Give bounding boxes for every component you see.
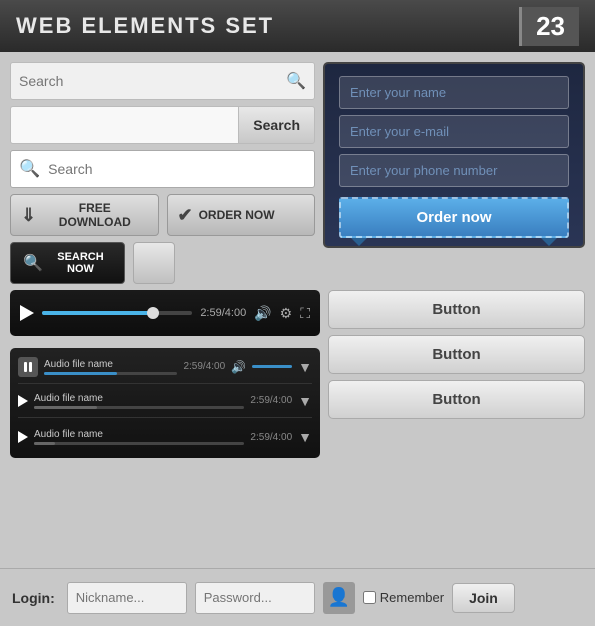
search-input-1[interactable] [19, 73, 286, 89]
pause-bar-1b [29, 362, 32, 372]
audio-time-3: 2:59/4:00 [250, 432, 292, 443]
media-left: 2:59/4:00 🔊 ⚙ ⛶ Audio file name [10, 290, 320, 558]
search-icon-1[interactable]: 🔍 [286, 71, 306, 91]
audio-time-2: 2:59/4:00 [250, 395, 292, 406]
order-now-button[interactable]: ✔ ORDER NOW [167, 194, 316, 236]
audio-expand-1[interactable]: ▼ [298, 359, 312, 375]
search-bar-3: 🔍 [10, 150, 315, 188]
audio-vol-icon-1[interactable]: 🔊 [231, 360, 246, 374]
search-now-icon: 🔍 [23, 253, 43, 273]
video-time: 2:59/4:00 [200, 307, 246, 319]
media-right: Button Button Button [328, 290, 585, 558]
search-input-2[interactable] [10, 106, 238, 144]
remember-wrap: Remember [363, 590, 444, 605]
search-bar-1: 🔍 [10, 62, 315, 100]
audio-track-1: Audio file name 2:59/4:00 🔊 ▼ [18, 354, 312, 384]
audio-info-1: Audio file name [44, 359, 177, 375]
audio-progress-fill-2 [34, 406, 97, 409]
login-label: Login: [12, 590, 55, 606]
audio-name-2: Audio file name [34, 393, 244, 404]
header-number: 23 [519, 7, 579, 46]
big-button-1[interactable]: Button [328, 290, 585, 329]
login-bar: Login: 👤 Remember Join [0, 568, 595, 626]
video-progress-thumb [147, 307, 159, 319]
free-download-button[interactable]: ⇓ FREE DOWNLOAD [10, 194, 159, 236]
email-input[interactable] [339, 115, 569, 148]
audio-expand-3[interactable]: ▼ [298, 429, 312, 445]
square-button[interactable] [133, 242, 175, 284]
audio-name-1: Audio file name [44, 359, 177, 370]
video-play-button[interactable] [20, 305, 34, 321]
search-now-button[interactable]: 🔍 SEARCH NOW [10, 242, 125, 284]
header-title: WEB ELEMENTS SET [16, 13, 274, 39]
audio-time-1: 2:59/4:00 [183, 361, 225, 372]
search-input-3[interactable] [48, 161, 306, 177]
search-button[interactable]: Search [238, 106, 315, 144]
remember-label: Remember [380, 590, 444, 605]
user-icon: 👤 [323, 582, 355, 614]
audio-name-3: Audio file name [34, 429, 244, 440]
audio-info-2: Audio file name [34, 393, 244, 409]
top-left: 🔍 Search 🔍 ⇓ FREE DOWNLOAD ✔ OR [10, 62, 315, 284]
header: WEB ELEMENTS SET 23 [0, 0, 595, 52]
top-right: Order now [323, 62, 585, 284]
audio-progress-fill-1 [44, 372, 117, 375]
search-now-row: 🔍 SEARCH NOW [10, 242, 315, 284]
audio-track-3: Audio file name 2:59/4:00 ▼ [18, 422, 312, 452]
phone-input[interactable] [339, 154, 569, 187]
video-volume-icon[interactable]: 🔊 [254, 305, 271, 322]
audio-track-2: Audio file name 2:59/4:00 ▼ [18, 388, 312, 418]
audio-vol-bar-1[interactable] [252, 365, 292, 368]
audio-progress-1[interactable] [44, 372, 177, 375]
pause-bars-1 [24, 362, 32, 372]
big-button-3[interactable]: Button [328, 380, 585, 419]
video-settings-icon[interactable]: ⚙ [280, 305, 293, 322]
media-section: 2:59/4:00 🔊 ⚙ ⛶ Audio file name [10, 290, 585, 558]
nickname-input[interactable] [67, 582, 187, 614]
big-button-2[interactable]: Button [328, 335, 585, 374]
audio-players: Audio file name 2:59/4:00 🔊 ▼ Audio file… [10, 348, 320, 458]
name-input[interactable] [339, 76, 569, 109]
audio-expand-2[interactable]: ▼ [298, 393, 312, 409]
pause-bar-1a [24, 362, 27, 372]
content-area: 🔍 Search 🔍 ⇓ FREE DOWNLOAD ✔ OR [0, 52, 595, 568]
audio-info-3: Audio file name [34, 429, 244, 445]
video-player[interactable]: 2:59/4:00 🔊 ⚙ ⛶ [10, 290, 320, 336]
search-now-label: SEARCH NOW [49, 251, 112, 275]
video-progress-fill [42, 311, 153, 315]
top-section: 🔍 Search 🔍 ⇓ FREE DOWNLOAD ✔ OR [10, 62, 585, 284]
remember-checkbox[interactable] [363, 591, 376, 604]
search-bar-2: Search [10, 106, 315, 144]
checkmark-icon: ✔ [178, 205, 193, 226]
audio-progress-fill-3 [34, 442, 55, 445]
search-icon-3: 🔍 [19, 159, 40, 179]
order-form: Order now [323, 62, 585, 248]
order-now-label: ORDER NOW [199, 208, 275, 222]
audio-play-button-3[interactable] [18, 431, 28, 443]
order-now-ribbon-button[interactable]: Order now [339, 197, 569, 238]
download-icon: ⇓ [21, 205, 36, 226]
audio-pause-button-1[interactable] [18, 357, 38, 377]
order-now-wrap: Order now [339, 197, 569, 246]
action-buttons-row: ⇓ FREE DOWNLOAD ✔ ORDER NOW [10, 194, 315, 236]
video-progress-bar[interactable] [42, 311, 192, 315]
free-download-label: FREE DOWNLOAD [42, 201, 147, 229]
audio-play-button-2[interactable] [18, 395, 28, 407]
user-silhouette-icon: 👤 [328, 587, 350, 608]
audio-progress-3[interactable] [34, 442, 244, 445]
audio-progress-2[interactable] [34, 406, 244, 409]
password-input[interactable] [195, 582, 315, 614]
video-fullscreen-icon[interactable]: ⛶ [300, 305, 310, 322]
join-button[interactable]: Join [452, 583, 515, 613]
